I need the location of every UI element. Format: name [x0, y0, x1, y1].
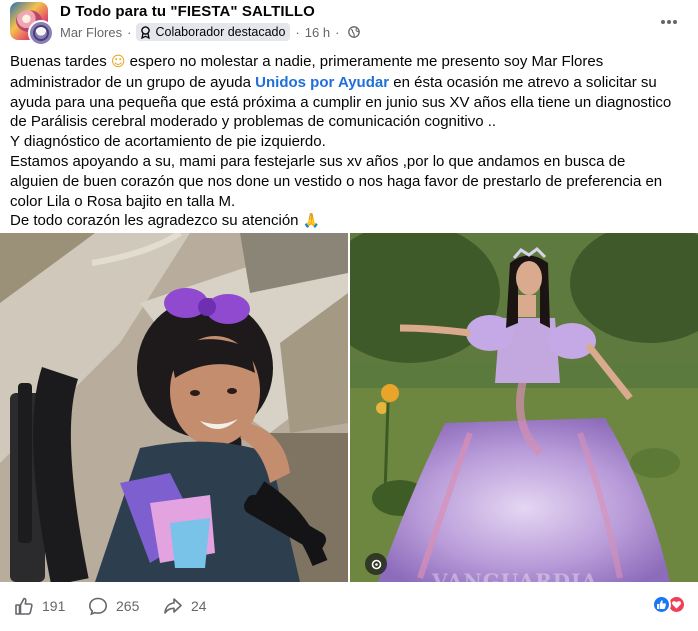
- post-line: de Parálisis cerebral moderado y problem…: [10, 113, 497, 131]
- post-line: administrador de un grupo de ayuda Unido…: [10, 73, 657, 91]
- post-line: ayuda para una pequeña que está próxima …: [10, 93, 672, 111]
- post-line: Estamos apoyando a su, mami para festeja…: [10, 152, 626, 170]
- more-icon: [661, 20, 665, 24]
- post-time[interactable]: 16 h: [305, 25, 330, 40]
- pray-emoji: 🙏: [302, 213, 321, 230]
- photo-lilac-dress[interactable]: VANGUARDIA: [350, 233, 698, 582]
- group-link[interactable]: Unidos por Ayudar: [255, 74, 389, 91]
- like-icon: [15, 597, 33, 615]
- separator: ·: [295, 24, 300, 40]
- like-reaction-icon: [652, 594, 671, 614]
- post-line: Y diagnóstico de acortamiento de pie izq…: [10, 133, 326, 151]
- post-line: Buenas tardes ☺ espero no molestar a nad…: [10, 53, 604, 70]
- comment-button[interactable]: 265: [88, 594, 139, 618]
- author-name[interactable]: Mar Flores: [60, 25, 122, 40]
- badge-label: Colaborador destacado: [155, 25, 286, 39]
- share-count: 24: [191, 598, 207, 614]
- watermark: VANGUARDIA: [432, 569, 599, 582]
- photo-girl-illustration: [0, 233, 348, 582]
- like-button[interactable]: 191: [14, 594, 65, 618]
- globe-icon[interactable]: [348, 26, 361, 38]
- post-header: D Todo para tu "FIESTA" SALTILLO Mar Flo…: [0, 0, 698, 50]
- comment-icon: [88, 597, 108, 616]
- post-line: De todo corazón les agradezco su atenció…: [10, 212, 321, 230]
- post-body: Buenas tardes ☺ espero no molestar a nad…: [10, 52, 694, 232]
- group-name[interactable]: D Todo para tu "FIESTA" SALTILLO: [60, 3, 315, 20]
- share-button[interactable]: 24: [163, 594, 207, 618]
- user-avatar[interactable]: [28, 20, 54, 46]
- badge-icon: [141, 25, 151, 39]
- reaction-summary[interactable]: [652, 594, 686, 614]
- photo-dress-illustration: [350, 233, 698, 582]
- separator: ·: [127, 24, 132, 40]
- like-count: 191: [42, 598, 66, 614]
- contributor-badge[interactable]: Colaborador destacado: [136, 23, 291, 41]
- separator: ·: [335, 24, 340, 40]
- comment-count: 265: [116, 598, 140, 614]
- share-icon: [164, 598, 182, 614]
- more-options-button[interactable]: [658, 12, 680, 32]
- photo-girl-wheelchair[interactable]: [0, 233, 348, 582]
- smile-emoji: ☺: [110, 54, 126, 70]
- post-line: color Lila o Rosa bajito en talla M.: [10, 192, 236, 210]
- avatar-group[interactable]: [10, 2, 54, 46]
- post-meta: Mar Flores · Colaborador destacado · 16 …: [60, 23, 361, 41]
- post-line: alguien de buen corazón que nos done un …: [10, 172, 663, 190]
- post-actions: 191 265 24: [0, 584, 698, 631]
- zoom-icon[interactable]: [365, 553, 387, 575]
